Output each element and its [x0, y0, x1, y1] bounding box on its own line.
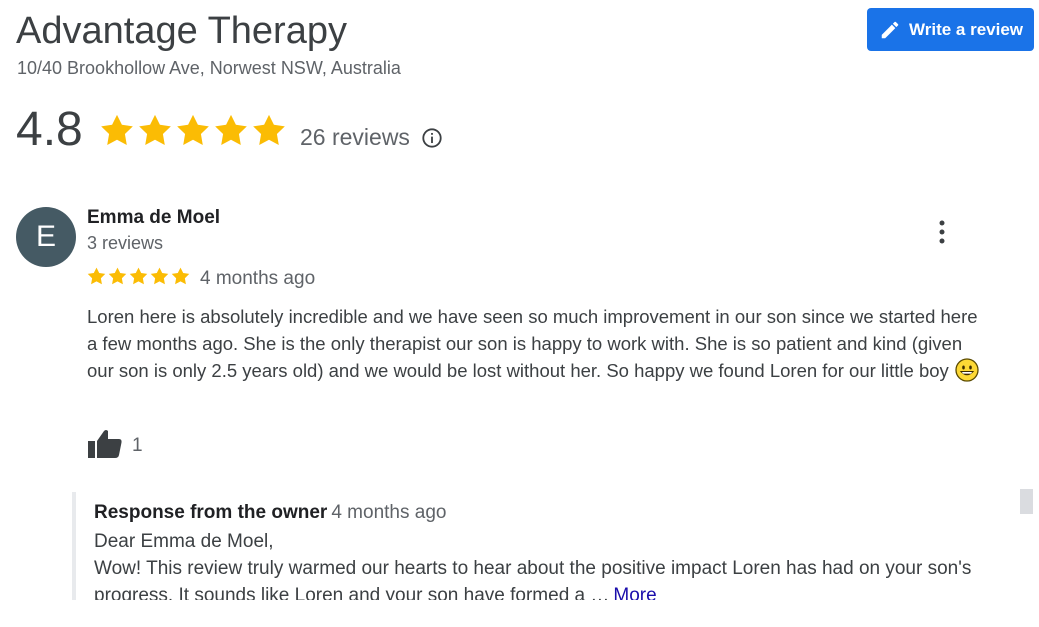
star-icon	[108, 267, 127, 285]
owner-response-time: 4 months ago	[331, 502, 447, 523]
reviewer-review-count: 3 reviews	[87, 233, 164, 253]
pencil-icon	[881, 21, 899, 38]
write-review-label: Write a review	[909, 19, 1024, 39]
owner-response-body: Wow! This review truly warmed our hearts…	[94, 558, 972, 606]
owner-response-text: Dear Emma de Moel, Wow! This review trul…	[94, 528, 994, 609]
business-name: Advantage Therapy	[16, 10, 347, 52]
business-address: 10/40 Brookhollow Ave, Norwest NSW, Aust…	[17, 58, 401, 78]
scrollbar-thumb[interactable]	[1020, 489, 1033, 514]
content-fade	[0, 600, 1039, 627]
reviews-count[interactable]: 26 reviews	[300, 124, 410, 151]
star-icon	[177, 114, 209, 145]
owner-response-greeting: Dear Emma de Moel,	[94, 531, 274, 552]
review-body: Loren here is absolutely incredible and …	[87, 306, 978, 381]
owner-response-header: Response from the owner 4 months ago	[94, 502, 446, 524]
rating-stars	[98, 112, 288, 150]
owner-response-label: Response from the owner	[94, 502, 328, 523]
review-time: 4 months ago	[200, 268, 316, 289]
star-icon	[129, 267, 148, 285]
like-count: 1	[132, 435, 143, 456]
star-icon	[171, 267, 190, 285]
star-icon	[87, 267, 106, 285]
grinning-face-emoji-icon	[955, 358, 979, 382]
average-rating: 4.8	[16, 103, 83, 156]
star-icon	[101, 114, 133, 145]
owner-response-divider	[72, 492, 76, 602]
reviewer-name[interactable]: Emma de Moel	[87, 207, 220, 229]
write-review-button[interactable]: Write a review	[867, 8, 1034, 51]
info-icon[interactable]	[421, 127, 443, 149]
star-icon	[150, 267, 169, 285]
star-icon	[215, 114, 247, 145]
review-stars	[86, 266, 191, 287]
star-icon	[253, 114, 285, 145]
review-text: Loren here is absolutely incredible and …	[87, 303, 992, 384]
star-icon	[139, 114, 171, 145]
reviewer-avatar[interactable]: E	[16, 207, 76, 267]
thumbs-up-icon[interactable]	[87, 428, 123, 460]
more-options-icon[interactable]	[930, 218, 954, 246]
